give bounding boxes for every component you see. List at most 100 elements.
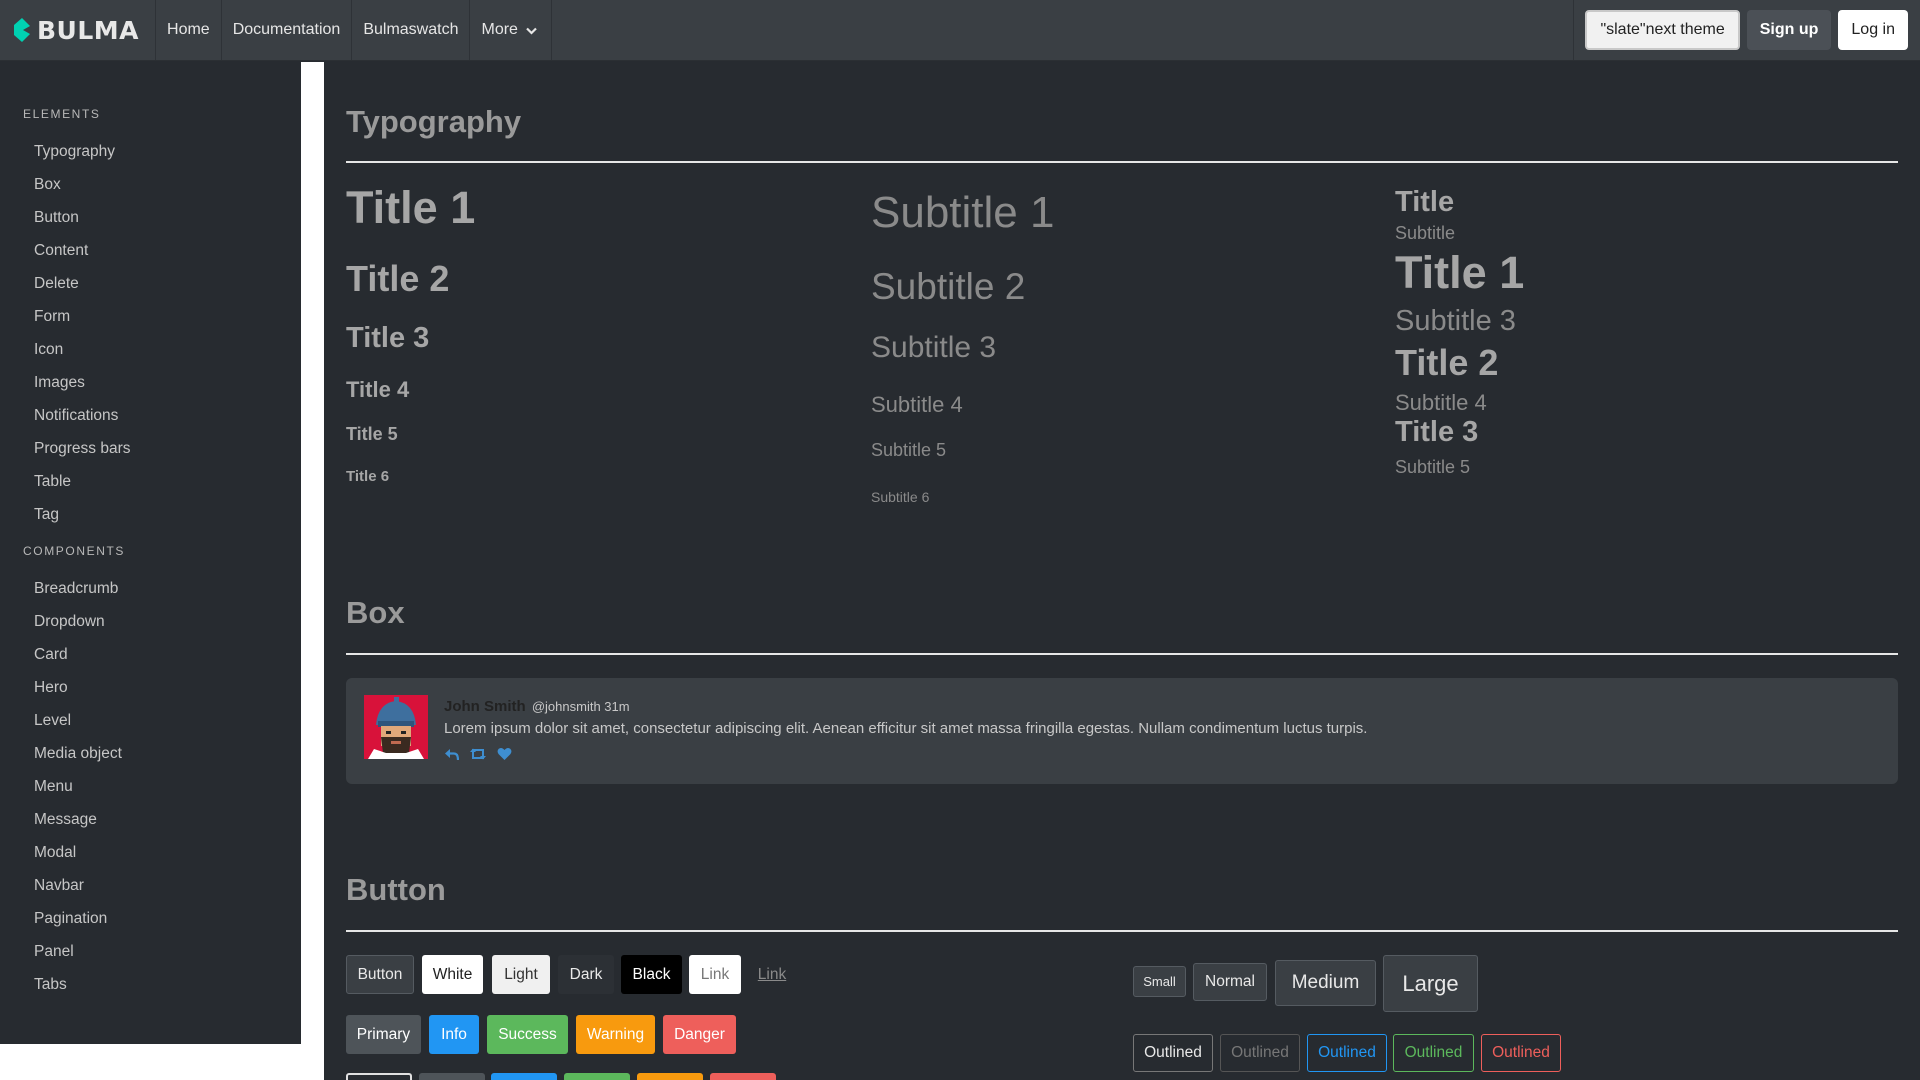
chevron-down-icon bbox=[526, 27, 537, 35]
sidebar-item-menu[interactable]: Menu bbox=[0, 770, 301, 803]
box-heading: Box bbox=[346, 595, 405, 630]
button-medium[interactable]: Medium bbox=[1275, 960, 1376, 1006]
title-2: Title 2 bbox=[346, 258, 450, 299]
button-heading: Button bbox=[346, 872, 446, 907]
next-theme-button[interactable]: "slate"next theme bbox=[1585, 10, 1740, 50]
button-divider bbox=[346, 930, 1898, 932]
sidebar-item-tag[interactable]: Tag bbox=[0, 498, 301, 531]
sidebar-item-form[interactable]: Form bbox=[0, 300, 301, 333]
button-link[interactable]: Link bbox=[689, 955, 741, 994]
title-5: Title 5 bbox=[346, 424, 398, 444]
sidebar-item-panel[interactable]: Panel bbox=[0, 935, 301, 968]
title-1: Title 1 bbox=[346, 182, 476, 233]
media-box: John Smith @johnsmith 31m Lorem ipsum do… bbox=[346, 678, 1898, 784]
sidebar-item-breadcrumb[interactable]: Breadcrumb bbox=[0, 572, 301, 605]
subtitle-6: Subtitle 6 bbox=[871, 489, 930, 505]
button-outlined-danger[interactable]: Outlined bbox=[1481, 1034, 1561, 1072]
sidebar-item-level[interactable]: Level bbox=[0, 704, 301, 737]
typography-heading: Typography bbox=[346, 104, 522, 139]
button-dark[interactable]: Dark bbox=[558, 955, 614, 994]
brand-text: BULMA bbox=[37, 15, 140, 45]
reply-icon[interactable] bbox=[444, 747, 459, 761]
nav-home[interactable]: Home bbox=[156, 0, 222, 60]
subtitle-4: Subtitle 4 bbox=[871, 392, 963, 417]
sidebar-item-message[interactable]: Message bbox=[0, 803, 301, 836]
main-content: Typography Title 1 Title 2 Title 3 Title… bbox=[324, 62, 1920, 1080]
button-partial-2[interactable] bbox=[419, 1073, 485, 1080]
sidebar-item-content[interactable]: Content bbox=[0, 234, 301, 267]
button-success[interactable]: Success bbox=[487, 1015, 568, 1054]
bulma-logo-icon bbox=[14, 18, 30, 42]
sidebar-item-box[interactable]: Box bbox=[0, 168, 301, 201]
button-default[interactable]: Button bbox=[346, 955, 414, 994]
menu-label-elements: ELEMENTS bbox=[23, 107, 101, 121]
button-partial-6[interactable] bbox=[710, 1073, 776, 1080]
button-white[interactable]: White bbox=[422, 955, 483, 994]
typography-divider bbox=[346, 161, 1898, 163]
signup-button[interactable]: Sign up bbox=[1746, 10, 1832, 50]
button-normal[interactable]: Normal bbox=[1193, 963, 1267, 1001]
sidebar-item-typography[interactable]: Typography bbox=[0, 135, 301, 168]
sidebar-item-modal[interactable]: Modal bbox=[0, 836, 301, 869]
sidebar-item-delete[interactable]: Delete bbox=[0, 267, 301, 300]
nav-more-dropdown[interactable]: More bbox=[470, 0, 552, 60]
login-button[interactable]: Log in bbox=[1838, 10, 1908, 50]
button-large[interactable]: Large bbox=[1383, 955, 1478, 1012]
button-partial-1[interactable] bbox=[346, 1073, 412, 1080]
nav-documentation[interactable]: Documentation bbox=[222, 0, 353, 60]
button-info[interactable]: Info bbox=[429, 1015, 479, 1054]
avatar bbox=[364, 695, 428, 759]
button-warning[interactable]: Warning bbox=[576, 1015, 655, 1054]
nav-bulmaswatch[interactable]: Bulmaswatch bbox=[352, 0, 471, 60]
button-outlined-default[interactable]: Outlined bbox=[1133, 1034, 1213, 1072]
title-3: Title 3 bbox=[346, 322, 430, 354]
heart-icon[interactable] bbox=[497, 747, 512, 761]
subtitle-5: Subtitle 5 bbox=[871, 440, 947, 460]
sidebar-item-images[interactable]: Images bbox=[0, 366, 301, 399]
button-partial-4[interactable] bbox=[564, 1073, 630, 1080]
navbar-end: "slate"next theme Sign up Log in bbox=[1574, 0, 1920, 60]
nav-more-label: More bbox=[481, 21, 518, 38]
sidebar-item-notifications[interactable]: Notifications bbox=[0, 399, 301, 432]
sidebar-item-dropdown[interactable]: Dropdown bbox=[0, 605, 301, 638]
sidebar-item-pagination[interactable]: Pagination bbox=[0, 902, 301, 935]
sidebar-item-tabs[interactable]: Tabs bbox=[0, 968, 301, 1001]
button-black[interactable]: Black bbox=[621, 955, 682, 994]
pair-title-1: Title 1 bbox=[1395, 247, 1525, 298]
menu-label-components: COMPONENTS bbox=[23, 544, 126, 558]
button-danger[interactable]: Danger bbox=[663, 1015, 736, 1054]
sidebar-item-button[interactable]: Button bbox=[0, 201, 301, 234]
box-body-text: Lorem ipsum dolor sit amet, consectetur … bbox=[444, 720, 1368, 737]
elements-list: Typography Box Button Content Delete For… bbox=[0, 135, 301, 531]
retweet-icon[interactable] bbox=[469, 747, 487, 761]
button-outlined-success[interactable]: Outlined bbox=[1393, 1034, 1474, 1072]
button-primary[interactable]: Primary bbox=[346, 1015, 421, 1054]
subtitle-2: Subtitle 2 bbox=[871, 266, 1026, 307]
sidebar-item-card[interactable]: Card bbox=[0, 638, 301, 671]
author-name[interactable]: John Smith bbox=[444, 698, 526, 715]
navbar-spacer bbox=[552, 0, 1575, 60]
button-partial-5[interactable] bbox=[637, 1073, 703, 1080]
sidebar-item-media-object[interactable]: Media object bbox=[0, 737, 301, 770]
button-outlined-primary[interactable]: Outlined bbox=[1220, 1034, 1300, 1072]
box-divider bbox=[346, 653, 1898, 655]
button-small[interactable]: Small bbox=[1133, 966, 1186, 997]
subtitle-1: Subtitle 1 bbox=[871, 188, 1055, 237]
pair-title-2: Title 2 bbox=[1395, 342, 1499, 383]
sidebar-item-progress-bars[interactable]: Progress bars bbox=[0, 432, 301, 465]
sidebar-item-hero[interactable]: Hero bbox=[0, 671, 301, 704]
pair-subtitle-5: Subtitle 5 bbox=[1395, 457, 1471, 477]
sidebar-menu: ELEMENTS Typography Box Button Content D… bbox=[0, 62, 301, 1044]
button-partial-3[interactable] bbox=[491, 1073, 557, 1080]
button-outlined-info[interactable]: Outlined bbox=[1307, 1034, 1387, 1072]
pair-title: Title bbox=[1395, 186, 1455, 218]
brand-logo[interactable]: BULMA bbox=[0, 0, 157, 60]
title-4: Title 4 bbox=[346, 377, 410, 402]
sidebar-item-icon[interactable]: Icon bbox=[0, 333, 301, 366]
components-list: Breadcrumb Dropdown Card Hero Level Medi… bbox=[0, 572, 301, 1001]
button-text-link[interactable]: Link bbox=[747, 955, 797, 994]
sidebar-item-navbar[interactable]: Navbar bbox=[0, 869, 301, 902]
box-author: John Smith @johnsmith 31m bbox=[444, 698, 630, 715]
button-light[interactable]: Light bbox=[492, 955, 550, 994]
sidebar-item-table[interactable]: Table bbox=[0, 465, 301, 498]
